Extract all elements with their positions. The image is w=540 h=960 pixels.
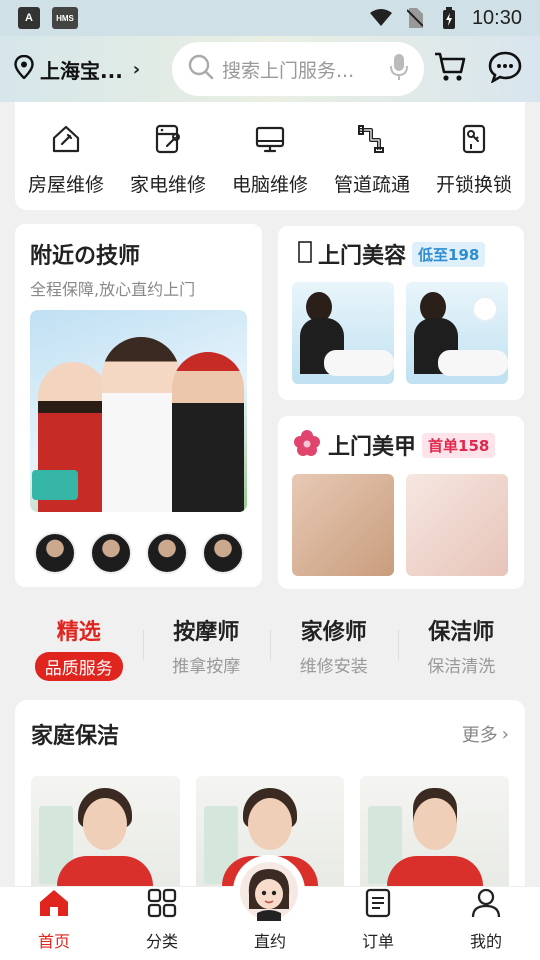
tab-subtitle: 品质服务	[34, 652, 123, 681]
tab-title: 保洁师	[428, 620, 495, 645]
nav-orders[interactable]: 订单	[324, 887, 432, 960]
wifi-icon	[369, 9, 392, 27]
nav-profile[interactable]: 我的	[432, 887, 540, 960]
cleaner-face	[83, 798, 128, 850]
chevron-right-icon: ›	[501, 723, 509, 745]
nail-title: 上门美甲	[328, 435, 417, 460]
hms-icon: HMS	[52, 7, 78, 29]
cleaner-face	[412, 798, 457, 850]
search-input[interactable]: 搜索上门服务...	[222, 56, 382, 83]
message-icon[interactable]	[488, 51, 522, 87]
category-computer-repair[interactable]: 电脑维修	[222, 124, 318, 197]
mascot-icon[interactable]	[236, 858, 302, 924]
app-a-icon: A	[18, 7, 40, 29]
beauty-service-image[interactable]	[292, 282, 394, 384]
category-lock-service[interactable]: 开锁换锁	[426, 124, 522, 197]
tab-subtitle: 维修安装	[299, 657, 368, 677]
tab-title: 按摩师	[173, 620, 240, 645]
order-icon	[365, 888, 391, 922]
location-text: 上海宝...	[40, 58, 123, 83]
status-bar: A HMS 10:30	[0, 0, 540, 36]
nav-category[interactable]: 分类	[108, 887, 216, 960]
tab-title: 家修师	[300, 620, 367, 645]
tab-home-repair[interactable]: 家修师 维修安装	[270, 614, 398, 680]
cart-icon[interactable]	[434, 52, 466, 86]
avatar[interactable]	[90, 532, 132, 574]
beauty-price-badge: 低至198	[412, 241, 486, 267]
category-label: 房屋维修	[27, 173, 104, 196]
technician-figure	[172, 352, 244, 512]
avatar[interactable]	[202, 532, 244, 574]
nav-label: 首页	[37, 932, 70, 951]
section-title: 家庭保洁	[31, 724, 120, 749]
tab-subtitle: 推拿按摩	[172, 657, 241, 677]
beauty-title: 上门美容	[318, 244, 407, 269]
tab-subtitle: 保洁清洗	[427, 657, 496, 677]
nav-label: 订单	[361, 932, 394, 951]
appliance-repair-icon	[153, 124, 183, 158]
battery-icon	[438, 7, 460, 29]
nail-price-badge: 首单158	[422, 432, 496, 458]
computer-repair-icon	[255, 124, 285, 158]
status-time: 10:30	[471, 6, 522, 29]
tab-massage[interactable]: 按摩师 推拿按摩	[142, 614, 271, 680]
category-label: 家电维修	[129, 173, 206, 196]
category-label: 开锁换锁	[435, 173, 512, 196]
category-pipe-unclog[interactable]: 管道疏通	[324, 124, 420, 197]
beauty-icon	[298, 241, 312, 267]
home-nail-card[interactable]: 上门美甲 首单158	[278, 416, 524, 589]
category-appliance-repair[interactable]: 家电维修	[120, 124, 216, 197]
nav-label: 直约	[253, 932, 286, 951]
location-selector[interactable]: 上海宝... ›	[14, 54, 164, 84]
home-beauty-card[interactable]: 上门美容 低至198	[278, 226, 524, 400]
nearby-subtitle: 全程保障,放心直约上门	[30, 280, 196, 299]
home-icon	[38, 888, 70, 922]
nearby-technicians-card[interactable]: 附近の技师 全程保障,放心直约上门	[15, 224, 262, 587]
no-sim-icon	[404, 8, 426, 28]
technician-avatars	[30, 532, 247, 574]
tab-cleaning[interactable]: 保洁师 保洁清洗	[397, 614, 526, 680]
category-house-repair[interactable]: 房屋维修	[18, 124, 114, 197]
lock-icon	[459, 124, 489, 158]
tab-featured[interactable]: 精选 品质服务	[15, 614, 143, 681]
category-label: 管道疏通	[333, 173, 410, 196]
profile-icon	[471, 888, 501, 922]
search-icon	[188, 54, 214, 84]
avatar[interactable]	[34, 532, 76, 574]
nearby-title: 附近の技师	[30, 244, 141, 269]
toolbox-image	[32, 470, 78, 500]
category-row: 房屋维修 家电维修 电脑维修 管道疏通 开锁换锁	[15, 102, 525, 210]
top-header: 上海宝... › 搜索上门服务...	[0, 36, 540, 102]
beauty-service-image[interactable]	[406, 282, 508, 384]
nav-home[interactable]: 首页	[0, 887, 108, 960]
search-bar[interactable]: 搜索上门服务...	[172, 42, 424, 96]
more-label: 更多	[461, 725, 498, 746]
more-link[interactable]: 更多 ›	[462, 721, 509, 747]
nail-service-image[interactable]	[406, 474, 508, 576]
house-repair-icon	[51, 124, 81, 158]
microphone-icon[interactable]	[390, 53, 408, 85]
nail-service-image[interactable]	[292, 474, 394, 576]
cleaner-face	[248, 798, 292, 850]
nav-label: 分类	[145, 932, 178, 951]
nav-label: 我的	[469, 932, 502, 951]
chevron-right-icon: ›	[132, 58, 141, 80]
tab-title: 精选	[56, 620, 101, 645]
technicians-photo	[30, 310, 247, 512]
flower-icon	[292, 428, 322, 462]
service-tabs: 精选 品质服务 按摩师 推拿按摩 家修师 维修安装 保洁师 保洁清洗	[15, 614, 526, 681]
grid-icon	[147, 888, 177, 922]
technician-figure	[102, 337, 180, 512]
pipe-icon	[357, 124, 387, 158]
location-pin-icon	[14, 54, 34, 83]
avatar[interactable]	[146, 532, 188, 574]
category-label: 电脑维修	[231, 173, 308, 196]
